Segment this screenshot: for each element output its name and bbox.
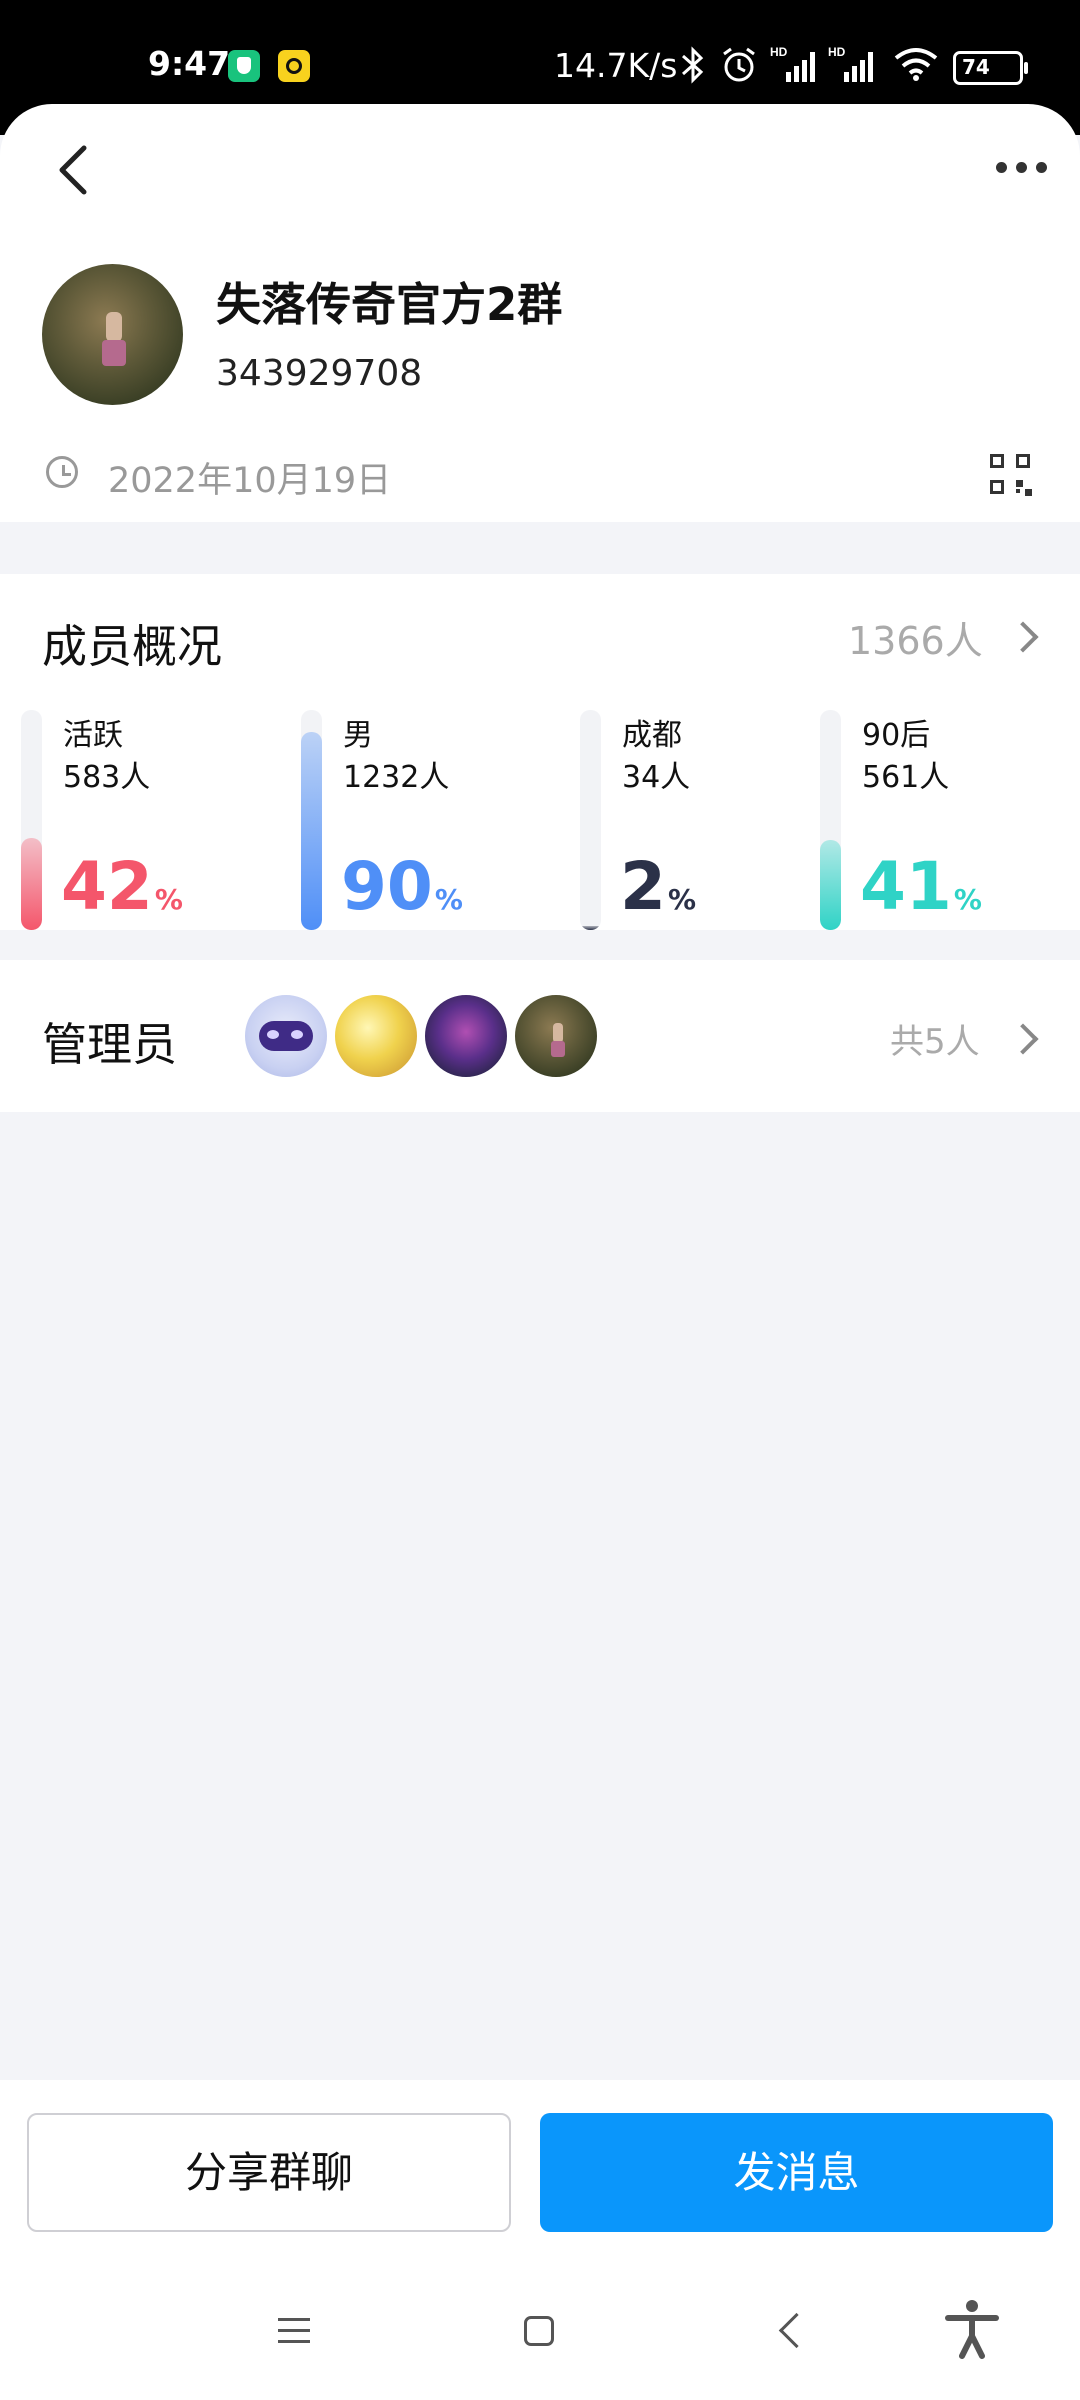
qr-code-icon[interactable] <box>990 454 1032 496</box>
member-total[interactable]: 1366人 <box>848 610 983 665</box>
accessibility-icon[interactable] <box>944 2298 1000 2360</box>
menu-icon[interactable] <box>278 2318 310 2344</box>
stat-count: 583人 <box>63 760 151 795</box>
stat-bar-fill <box>820 840 841 930</box>
network-speed: 14.7K/s <box>554 46 678 85</box>
stat-percent: 41% <box>860 848 982 925</box>
stat-bar <box>580 710 601 930</box>
admin-avatar[interactable] <box>242 992 330 1080</box>
admin-avatar[interactable] <box>512 992 600 1080</box>
admin-title: 管理员 <box>42 1018 178 1071</box>
stat-active: 活跃 583人 42% <box>21 710 261 930</box>
group-name: 失落传奇官方2群 <box>216 278 563 331</box>
chevron-left-icon[interactable] <box>48 138 102 202</box>
created-date: 2022年10月19日 <box>108 461 392 501</box>
signal-hd-icon: HD <box>828 45 873 82</box>
bluetooth-icon <box>682 46 704 84</box>
stat-bar-fill <box>580 926 601 930</box>
stat-label: 男 <box>343 718 373 753</box>
stat-male: 男 1232人 90% <box>301 710 541 930</box>
svg-text:HD: HD <box>770 45 788 59</box>
stat-label: 活跃 <box>63 718 123 753</box>
share-group-button[interactable]: 分享群聊 <box>27 2113 511 2232</box>
stat-count: 561人 <box>862 760 950 795</box>
shield-app-icon <box>228 50 260 82</box>
member-overview-title: 成员概况 <box>42 620 223 673</box>
admin-avatar[interactable] <box>422 992 510 1080</box>
stat-bar <box>21 710 42 930</box>
stat-label: 成都 <box>622 718 682 753</box>
stat-bar-fill <box>21 838 42 930</box>
stat-bar <box>301 710 322 930</box>
send-message-button[interactable]: 发消息 <box>540 2113 1053 2232</box>
more-dots-icon[interactable] <box>996 162 1048 180</box>
group-id: 343929708 <box>216 353 423 394</box>
stat-percent: 42% <box>61 848 183 925</box>
battery-icon: 74 <box>953 51 1028 85</box>
clock-icon <box>46 456 78 488</box>
alarm-icon <box>723 47 755 82</box>
stat-age: 90后 561人 41% <box>820 710 1060 930</box>
wifi-icon <box>894 48 938 81</box>
group-avatar[interactable] <box>42 264 183 405</box>
status-time: 9:47 <box>148 44 231 83</box>
battery-level: 74 <box>962 55 990 79</box>
stat-city: 成都 34人 2% <box>580 710 790 930</box>
stat-percent: 90% <box>341 848 463 925</box>
stat-bar-fill <box>301 732 322 930</box>
square-app-icon <box>278 50 310 82</box>
stat-bar <box>820 710 841 930</box>
admin-avatar[interactable] <box>332 992 420 1080</box>
stat-count: 34人 <box>622 760 691 795</box>
stat-percent: 2% <box>620 848 696 925</box>
stat-count: 1232人 <box>343 760 450 795</box>
signal-hd-icon: HD <box>770 45 815 82</box>
home-icon[interactable] <box>524 2316 554 2346</box>
svg-text:HD: HD <box>828 45 846 59</box>
stat-label: 90后 <box>862 718 931 753</box>
admin-total[interactable]: 共5人 <box>890 1014 980 1063</box>
